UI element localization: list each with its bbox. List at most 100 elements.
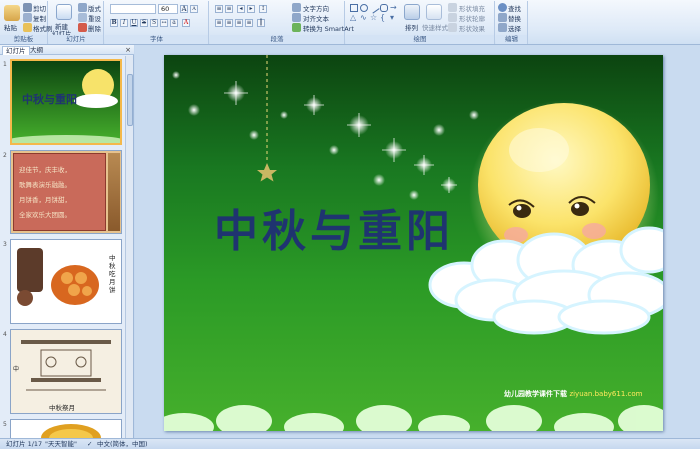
quick-styles-icon[interactable]	[426, 4, 442, 20]
slide-2-poem: 迎佳节，庆丰收， 歌舞表演乐融融。 月饼香，月饼甜， 全家欢乐大团圆。	[19, 163, 71, 223]
clipboard-group: 粘贴 剪切 复制 格式刷 剪贴板	[0, 1, 53, 44]
slide-3-caption: 中秋吃月饼	[109, 254, 116, 294]
panel-scrollbar[interactable]	[125, 56, 133, 438]
credit-prefix: 幼儿园教学课件下载	[504, 390, 570, 398]
change-case-icon[interactable]: a	[170, 19, 178, 27]
font-name-field[interactable]	[110, 4, 156, 14]
font-size-field[interactable]: 60	[158, 4, 178, 14]
shrink-font-button[interactable]: A	[190, 5, 198, 13]
editing-group: 查找 替换 选择 编辑	[496, 1, 528, 44]
bullets-icon[interactable]: ≡	[215, 5, 223, 13]
language-indicator[interactable]: 中文(简体，中国)	[97, 439, 148, 449]
slide-thumbnail-4[interactable]: 中 中秋祭月	[10, 329, 122, 414]
align-left-icon[interactable]: ≡	[215, 19, 223, 27]
grow-font-button[interactable]: A	[180, 5, 188, 13]
tab-slides[interactable]: 幻灯片	[2, 46, 30, 55]
align-center-icon[interactable]: ≡	[225, 19, 233, 27]
strikethrough-icon[interactable]: S	[140, 19, 148, 27]
arrange-icon[interactable]	[404, 4, 420, 20]
reset-icon[interactable]	[78, 13, 87, 22]
bold-icon[interactable]: B	[110, 19, 118, 27]
layout-icon[interactable]	[78, 3, 87, 12]
rectangle-shape-icon[interactable]	[350, 4, 358, 12]
slide-thumbnail-1[interactable]: 中秋与重阳	[10, 59, 122, 145]
rounded-rect-shape-icon[interactable]	[380, 4, 388, 12]
text-direction-icon[interactable]	[292, 3, 301, 12]
font-color-icon[interactable]: A	[182, 19, 190, 27]
italic-icon[interactable]: I	[120, 19, 128, 27]
slide-number: 1	[3, 61, 7, 68]
shape-effects-button[interactable]: 形状效果	[459, 23, 485, 33]
smartart-icon[interactable]	[292, 23, 301, 32]
slide-thumbnail-2[interactable]: 迎佳节，庆丰收， 歌舞表演乐融融。 月饼香，月饼甜， 全家欢乐大团圆。	[10, 150, 122, 234]
reset-button[interactable]: 重设	[88, 13, 101, 23]
slide-thumbnail-3[interactable]: 中秋吃月饼	[10, 239, 122, 324]
tab-outline[interactable]: 大纲	[27, 46, 46, 55]
arrange-button[interactable]: 排列	[405, 22, 418, 32]
slide-credit: 幼儿园教学课件下载 ziyuan.baby611.com	[504, 389, 642, 399]
align-text-button[interactable]: 对齐文本	[303, 13, 329, 23]
arrow-shape-icon[interactable]: →	[390, 4, 398, 12]
slide-thumbnail-5[interactable]	[10, 419, 122, 438]
cut-button[interactable]: 剪切	[33, 3, 46, 13]
slide-panel: 幻灯片 大纲 × 1 中秋与重阳 2 迎佳节，庆丰收， 歌舞表演乐融融。 月饼香…	[0, 45, 134, 438]
paragraph-group-label: 段落	[210, 35, 344, 44]
select-icon[interactable]	[498, 23, 507, 32]
line-shape-icon[interactable]	[368, 2, 380, 14]
oval-shape-icon[interactable]	[360, 4, 368, 12]
scrollbar-thumb[interactable]	[127, 74, 133, 126]
panel-tabs: 幻灯片 大纲 ×	[0, 45, 134, 55]
credit-url: ziyuan.baby611.com	[569, 390, 643, 398]
slide-number: 4	[3, 331, 7, 338]
shape-outline-button[interactable]: 形状轮廓	[459, 13, 485, 23]
text-direction-button[interactable]: 文字方向	[303, 3, 329, 13]
spell-check-icon[interactable]: ✓	[87, 439, 92, 449]
columns-icon[interactable]: ║	[257, 19, 265, 27]
drawing-group: → △ ∿ ☆ { ▾ 排列 快速样式 形状填充 形状轮廓 形状效果 绘图	[346, 1, 495, 44]
char-spacing-icon[interactable]: ↔	[160, 19, 168, 27]
copy-icon[interactable]	[23, 13, 32, 22]
more-shapes-icon[interactable]: ▾	[390, 14, 398, 22]
close-icon[interactable]: ×	[125, 46, 131, 54]
paste-icon[interactable]	[4, 5, 20, 21]
align-text-icon[interactable]	[292, 13, 301, 22]
poem-line: 迎佳节，庆丰收，	[19, 166, 71, 174]
shadow-icon[interactable]: S	[150, 19, 158, 27]
replace-button[interactable]: 替换	[508, 13, 521, 23]
new-slide-icon[interactable]	[56, 4, 72, 20]
clipboard-group-label: 剪贴板	[0, 35, 47, 44]
delete-button[interactable]: 删除	[88, 23, 101, 33]
shape-outline-icon[interactable]	[448, 13, 457, 22]
slides-group: 新建 幻灯片 版式 重设 删除 幻灯片	[49, 1, 104, 44]
copy-button[interactable]: 复制	[33, 13, 46, 23]
paste-button[interactable]: 粘贴	[4, 22, 17, 32]
slide-number: 3	[3, 241, 7, 248]
quick-styles-button[interactable]: 快速样式	[422, 22, 448, 32]
format-painter-icon[interactable]	[23, 23, 32, 32]
decrease-indent-icon[interactable]: ◂	[237, 5, 245, 13]
numbering-icon[interactable]: ≡	[225, 5, 233, 13]
justify-icon[interactable]: ≡	[245, 19, 253, 27]
line-spacing-icon[interactable]: ↕	[259, 5, 267, 13]
find-icon[interactable]	[498, 3, 507, 12]
underline-icon[interactable]: U	[130, 19, 138, 27]
increase-indent-icon[interactable]: ▸	[247, 5, 255, 13]
slide-number: 2	[3, 152, 7, 159]
shape-fill-icon[interactable]	[448, 3, 457, 12]
slide-title[interactable]: 中秋与重阳	[214, 195, 454, 259]
align-right-icon[interactable]: ≡	[235, 19, 243, 27]
slides-group-label: 幻灯片	[49, 35, 103, 44]
find-button[interactable]: 查找	[508, 3, 521, 13]
layout-button[interactable]: 版式	[88, 3, 101, 13]
shape-fill-button[interactable]: 形状填充	[459, 3, 485, 13]
current-slide[interactable]: 中秋与重阳 幼儿园教学课件下载 ziyuan.baby611.com	[164, 55, 663, 431]
cut-icon[interactable]	[23, 3, 32, 12]
replace-icon[interactable]	[498, 13, 507, 22]
brace-shape-icon[interactable]: {	[380, 14, 388, 22]
select-button[interactable]: 选择	[508, 23, 521, 33]
shape-effects-icon[interactable]	[448, 23, 457, 32]
delete-icon[interactable]	[78, 23, 87, 32]
triangle-shape-icon[interactable]: △	[350, 14, 358, 22]
curve-shape-icon[interactable]: ∿	[360, 14, 368, 22]
star-shape-icon[interactable]: ☆	[370, 14, 378, 22]
